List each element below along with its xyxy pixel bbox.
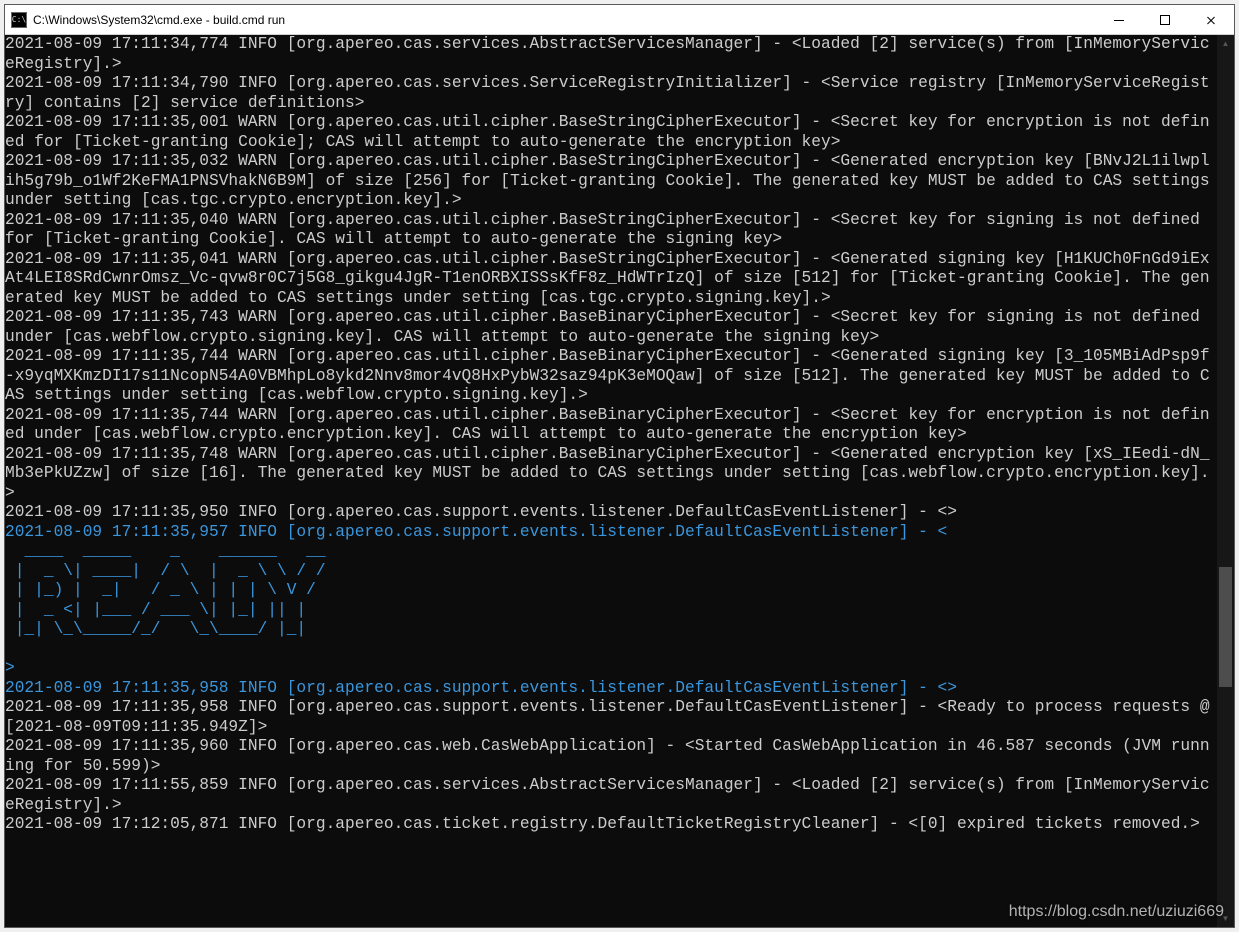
log-line: 2021-08-09 17:11:35,743 WARN [org.apereo… bbox=[5, 308, 1210, 346]
log-line-highlight: > bbox=[5, 659, 15, 677]
window-title: C:\Windows\System32\cmd.exe - build.cmd … bbox=[33, 13, 1096, 27]
console-area: 2021-08-09 17:11:34,774 INFO [org.apereo… bbox=[5, 35, 1234, 927]
log-line: 2021-08-09 17:11:35,748 WARN [org.apereo… bbox=[5, 445, 1210, 502]
log-line: 2021-08-09 17:11:34,774 INFO [org.apereo… bbox=[5, 35, 1210, 73]
log-line: 2021-08-09 17:11:35,041 WARN [org.apereo… bbox=[5, 250, 1210, 307]
minimize-button[interactable] bbox=[1096, 5, 1142, 34]
log-line: 2021-08-09 17:11:34,790 INFO [org.apereo… bbox=[5, 74, 1210, 112]
cmd-window: C:\ C:\Windows\System32\cmd.exe - build.… bbox=[4, 4, 1235, 928]
log-line: 2021-08-09 17:11:35,744 WARN [org.apereo… bbox=[5, 347, 1210, 404]
titlebar[interactable]: C:\ C:\Windows\System32\cmd.exe - build.… bbox=[5, 5, 1234, 35]
log-line: 2021-08-09 17:12:05,871 INFO [org.apereo… bbox=[5, 815, 1200, 833]
ready-ascii-art: ____ _____ _ ______ __ | _ \| ____| / \ … bbox=[5, 542, 326, 638]
log-line: 2021-08-09 17:11:35,040 WARN [org.apereo… bbox=[5, 211, 1210, 249]
log-line: 2021-08-09 17:11:35,001 WARN [org.apereo… bbox=[5, 113, 1210, 151]
log-line: 2021-08-09 17:11:35,032 WARN [org.apereo… bbox=[5, 152, 1217, 209]
log-line: 2021-08-09 17:11:35,950 INFO [org.apereo… bbox=[5, 503, 957, 521]
scroll-thumb[interactable] bbox=[1219, 567, 1232, 687]
scroll-track[interactable] bbox=[1217, 52, 1234, 910]
maximize-button[interactable] bbox=[1142, 5, 1188, 34]
scroll-up-arrow-icon[interactable]: ▲ bbox=[1217, 35, 1234, 52]
log-line: 2021-08-09 17:11:35,960 INFO [org.apereo… bbox=[5, 737, 1210, 775]
log-line: 2021-08-09 17:11:35,744 WARN [org.apereo… bbox=[5, 406, 1210, 444]
watermark-text: https://blog.csdn.net/uziuzi669 bbox=[1009, 903, 1224, 921]
console-output[interactable]: 2021-08-09 17:11:34,774 INFO [org.apereo… bbox=[5, 35, 1217, 927]
log-line-highlight: 2021-08-09 17:11:35,958 INFO [org.apereo… bbox=[5, 679, 957, 697]
log-line: 2021-08-09 17:11:35,958 INFO [org.apereo… bbox=[5, 698, 1217, 736]
vertical-scrollbar[interactable]: ▲ ▼ bbox=[1217, 35, 1234, 927]
close-button[interactable] bbox=[1188, 5, 1234, 34]
log-line-highlight: 2021-08-09 17:11:35,957 INFO [org.apereo… bbox=[5, 523, 947, 541]
window-controls bbox=[1096, 5, 1234, 34]
log-line: 2021-08-09 17:11:55,859 INFO [org.apereo… bbox=[5, 776, 1210, 814]
cmd-icon: C:\ bbox=[11, 12, 27, 28]
